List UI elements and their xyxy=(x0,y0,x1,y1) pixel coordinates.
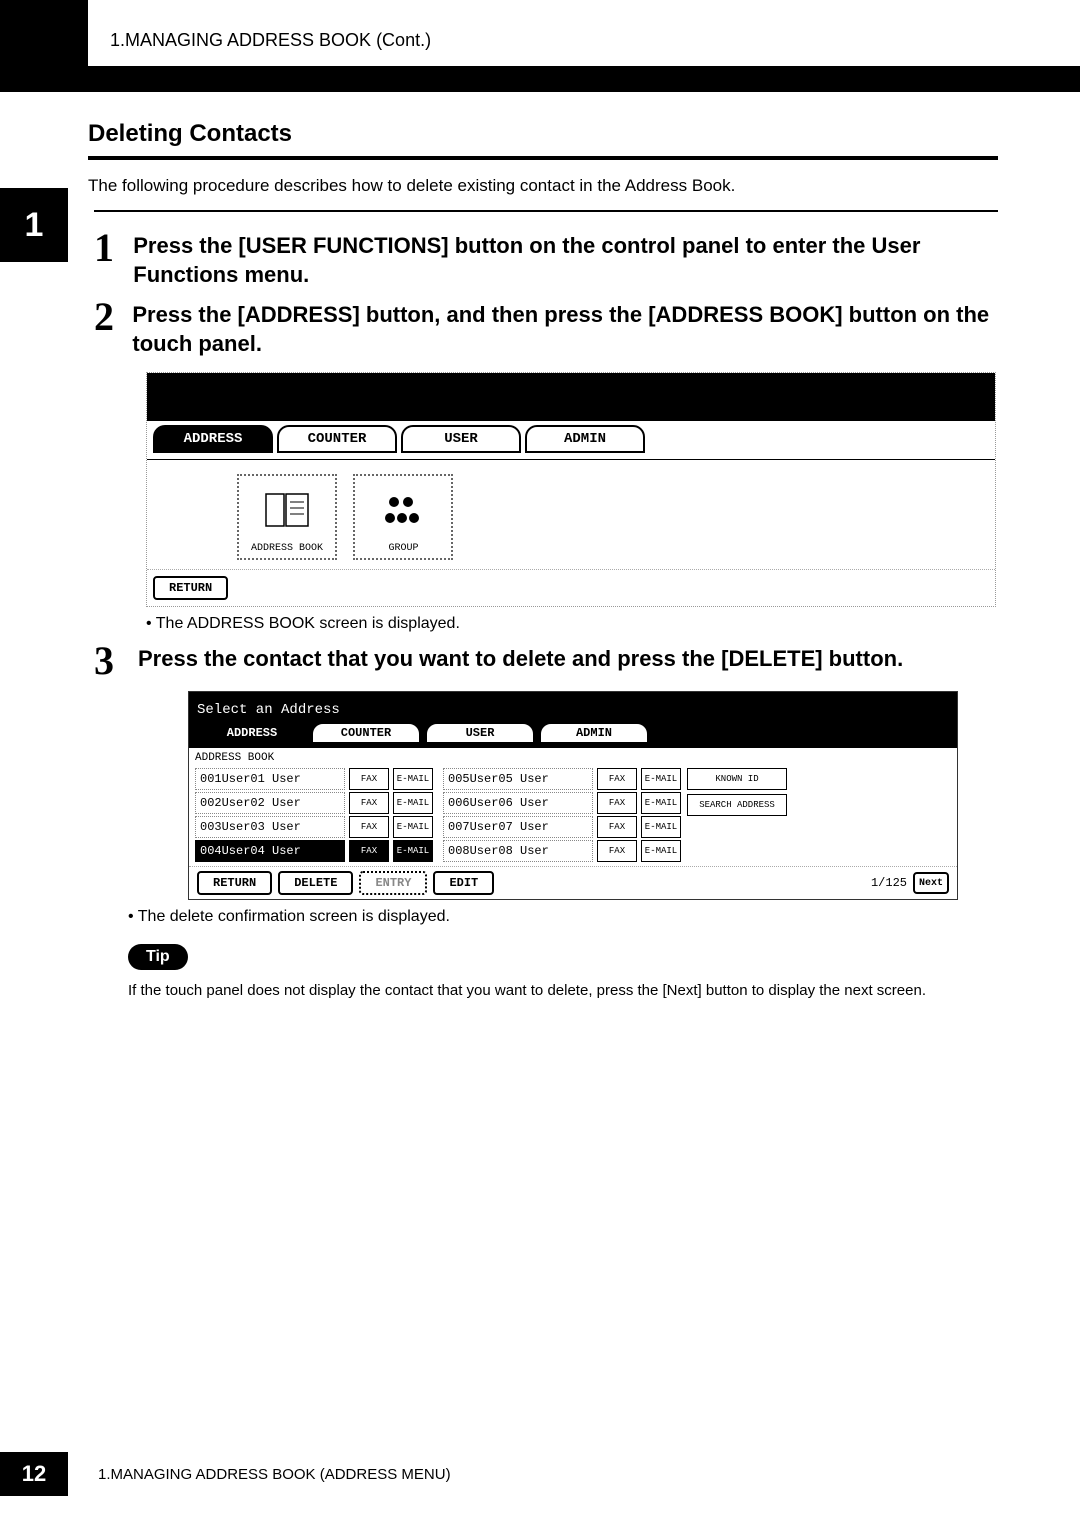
contact-column-right: 005User05 User FAX E-MAIL 006User06 User… xyxy=(443,768,681,864)
page-footer: 12 1.MANAGING ADDRESS BOOK (ADDRESS MENU… xyxy=(0,1452,451,1496)
email-button[interactable]: E-MAIL xyxy=(641,768,681,790)
address-book-button[interactable]: ADDRESS BOOK xyxy=(237,474,337,560)
email-button[interactable]: E-MAIL xyxy=(393,792,433,814)
fax-button[interactable]: FAX xyxy=(597,792,637,814)
email-button[interactable]: E-MAIL xyxy=(393,816,433,838)
contact-name-cell[interactable]: 007User07 User xyxy=(443,816,593,838)
step-2: 2 Press the [ADDRESS] button, and then p… xyxy=(94,299,998,358)
contact-row: 003User03 User FAX E-MAIL xyxy=(195,816,433,838)
fax-button[interactable]: FAX xyxy=(597,768,637,790)
screenshot1-footer: RETURN xyxy=(147,569,995,606)
contact-row: 005User05 User FAX E-MAIL xyxy=(443,768,681,790)
contact-row: 004User04 User FAX E-MAIL xyxy=(195,840,433,862)
step-1-number: 1 xyxy=(94,230,133,289)
contact-name-cell[interactable]: 005User05 User xyxy=(443,768,593,790)
return-button-2[interactable]: RETURN xyxy=(197,871,272,895)
fax-button[interactable]: FAX xyxy=(597,816,637,838)
fax-button[interactable]: FAX xyxy=(349,816,389,838)
screenshot2-footer: RETURN DELETE ENTRY EDIT 1/125 Next xyxy=(189,866,957,899)
contact-row: 008User08 User FAX E-MAIL xyxy=(443,840,681,862)
contact-row: 006User06 User FAX E-MAIL xyxy=(443,792,681,814)
group-icon xyxy=(355,476,451,543)
chapter-side-tab: 1 xyxy=(0,188,68,262)
section-title: Deleting Contacts xyxy=(88,120,998,148)
fax-button[interactable]: FAX xyxy=(597,840,637,862)
fax-button[interactable]: FAX xyxy=(349,792,389,814)
screenshot2-tab-row: ADDRESS COUNTER USER ADMIN xyxy=(189,722,957,748)
screenshot2-body: ADDRESS BOOK 001User01 User FAX E-MAIL 0… xyxy=(189,748,957,866)
step-1-text: Press the [USER FUNCTIONS] button on the… xyxy=(133,230,998,289)
fax-button[interactable]: FAX xyxy=(349,840,389,862)
edit-button[interactable]: EDIT xyxy=(433,871,494,895)
tab-address-2[interactable]: ADDRESS xyxy=(197,722,307,744)
tip-badge: Tip xyxy=(128,944,188,970)
next-button[interactable]: Next xyxy=(913,872,949,894)
fax-button[interactable]: FAX xyxy=(349,768,389,790)
page-number: 12 xyxy=(0,1452,68,1496)
tab-counter-2[interactable]: COUNTER xyxy=(311,722,421,744)
screenshot1-tab-row: ADDRESS COUNTER USER ADMIN xyxy=(147,421,995,459)
email-button[interactable]: E-MAIL xyxy=(393,768,433,790)
delete-button[interactable]: DELETE xyxy=(278,871,353,895)
tab-admin[interactable]: ADMIN xyxy=(525,425,645,453)
tab-user[interactable]: USER xyxy=(401,425,521,453)
note-delete-confirmation: The delete confirmation screen is displa… xyxy=(128,908,998,926)
address-book-button-label: ADDRESS BOOK xyxy=(251,543,323,554)
step-2-number: 2 xyxy=(94,299,132,358)
step-2-text: Press the [ADDRESS] button, and then pre… xyxy=(132,299,998,358)
screenshot1-blackbar xyxy=(147,373,995,421)
contact-row: 001User01 User FAX E-MAIL xyxy=(195,768,433,790)
email-button[interactable]: E-MAIL xyxy=(641,792,681,814)
contact-name-cell[interactable]: 003User03 User xyxy=(195,816,345,838)
group-button[interactable]: GROUP xyxy=(353,474,453,560)
step-1: 1 Press the [USER FUNCTIONS] button on t… xyxy=(94,230,998,289)
email-button[interactable]: E-MAIL xyxy=(641,840,681,862)
search-address-button[interactable]: SEARCH ADDRESS xyxy=(687,794,787,816)
touch-panel-screenshot-2: Select an Address ADDRESS COUNTER USER A… xyxy=(188,691,958,900)
contact-row: 002User02 User FAX E-MAIL xyxy=(195,792,433,814)
tab-address[interactable]: ADDRESS xyxy=(153,425,273,453)
footer-text: 1.MANAGING ADDRESS BOOK (ADDRESS MENU) xyxy=(98,1466,451,1483)
group-button-label: GROUP xyxy=(388,543,418,554)
step-3: 3 Press the contact that you want to del… xyxy=(94,643,998,679)
tab-admin-2[interactable]: ADMIN xyxy=(539,722,649,744)
contact-name-cell[interactable]: 002User02 User xyxy=(195,792,345,814)
return-button[interactable]: RETURN xyxy=(153,576,228,600)
side-action-buttons: KNOWN ID SEARCH ADDRESS xyxy=(687,768,787,864)
screenshot2-prompt: Select an Address xyxy=(189,692,957,722)
page-indicator: 1/125 xyxy=(871,876,907,890)
screenshot1-body: ADDRESS BOOK GROUP xyxy=(147,459,995,569)
step-3-number: 3 xyxy=(94,643,138,679)
contact-row: 007User07 User FAX E-MAIL xyxy=(443,816,681,838)
contact-name-cell[interactable]: 006User06 User xyxy=(443,792,593,814)
page-content: Deleting Contacts The following procedur… xyxy=(88,120,998,1001)
contact-column-left: 001User01 User FAX E-MAIL 002User02 User… xyxy=(195,768,433,864)
entry-button[interactable]: ENTRY xyxy=(359,871,427,895)
tip-text: If the touch panel does not display the … xyxy=(128,980,998,1001)
breadcrumb: 1.MANAGING ADDRESS BOOK (Cont.) xyxy=(110,30,431,51)
intro-rule xyxy=(94,210,998,212)
step-3-text: Press the contact that you want to delet… xyxy=(138,643,903,679)
note-address-book-displayed: The ADDRESS BOOK screen is displayed. xyxy=(146,615,998,633)
known-id-button[interactable]: KNOWN ID xyxy=(687,768,787,790)
intro-text: The following procedure describes how to… xyxy=(88,176,998,196)
address-book-icon xyxy=(239,476,335,543)
email-button[interactable]: E-MAIL xyxy=(393,840,433,862)
touch-panel-screenshot-1: ADDRESS COUNTER USER ADMIN ADDRESS BOOK … xyxy=(146,372,996,607)
contact-name-cell-selected[interactable]: 004User04 User xyxy=(195,840,345,862)
tab-user-2[interactable]: USER xyxy=(425,722,535,744)
contact-name-cell[interactable]: 008User08 User xyxy=(443,840,593,862)
address-book-list-label: ADDRESS BOOK xyxy=(195,752,951,764)
contact-name-cell[interactable]: 001User01 User xyxy=(195,768,345,790)
tab-counter[interactable]: COUNTER xyxy=(277,425,397,453)
section-rule xyxy=(88,156,998,160)
email-button[interactable]: E-MAIL xyxy=(641,816,681,838)
